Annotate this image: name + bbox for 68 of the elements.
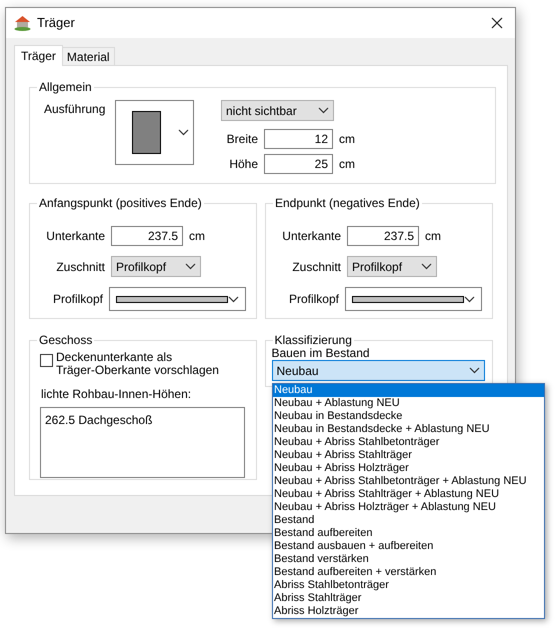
field-label: Bauen im Bestand (272, 346, 371, 360)
list-item[interactable]: 262.5 Dachgeschoß (45, 411, 240, 429)
group-title: Allgemein (38, 79, 93, 96)
dropdown-option[interactable]: Neubau in Bestandsdecke + Ablastung NEU (273, 423, 544, 436)
number-field[interactable]: 12 (264, 129, 333, 149)
field-label: Höhe (228, 156, 258, 173)
dropdown-option[interactable]: Neubau + Abriss Stahlbetonträger (273, 436, 544, 449)
dropdown-option[interactable]: Bestand ausbauen + aufbereiten (273, 540, 544, 553)
dropdown-option[interactable]: Bestand verstärken (273, 553, 544, 566)
checkbox-label: Deckenunterkante als Träger-Oberkante vorschlagen (56, 351, 219, 377)
field-label: Profilkopf (288, 291, 339, 308)
field-label: Zuschnitt (291, 258, 341, 276)
close-icon[interactable] (491, 17, 503, 29)
chevron-down-icon (468, 367, 480, 374)
height-list[interactable]: 262.5 Dachgeschoß (40, 407, 245, 478)
chevron-down-icon (228, 296, 239, 302)
chevron-down-icon (464, 296, 475, 302)
dropdown-select[interactable]: nicht sichtbar (221, 100, 334, 121)
dropdown-option[interactable]: Abriss Stahlbetonträger (273, 579, 544, 592)
dropdown-option[interactable]: Neubau (273, 384, 544, 397)
chevron-down-icon (185, 263, 196, 270)
rectangle-icon (132, 111, 161, 154)
group-title: Endpunkt (negatives Ende) (274, 195, 421, 212)
dropdown-select[interactable]: Profilkopf (111, 256, 201, 277)
dropdown-option[interactable]: Abriss Stahlträger (273, 592, 544, 605)
dropdown-option[interactable]: Neubau + Ablastung NEU (273, 397, 544, 410)
profile-bar-icon (352, 296, 464, 302)
field-label: Unterkante (45, 228, 105, 245)
dropdown-option[interactable]: Abriss Holzträger (273, 605, 544, 618)
profile-dropdown[interactable] (344, 287, 482, 311)
field-label: Zuschnitt (55, 258, 105, 276)
number-field[interactable]: 237.5 (347, 226, 419, 246)
number-field[interactable]: 237.5 (111, 226, 183, 246)
field-label: Ausführung (43, 101, 106, 118)
house-icon (14, 15, 31, 31)
tab[interactable]: Träger (14, 45, 63, 66)
field-label: Breite (226, 131, 258, 148)
dropdown-option[interactable]: Neubau + Abriss Stahlträger (273, 449, 544, 462)
profile-dropdown[interactable] (108, 287, 246, 311)
field-label: Profilkopf (52, 291, 103, 308)
group-title: Anfangspunkt (positives Ende) (38, 195, 203, 212)
tab[interactable]: Material (62, 47, 115, 65)
unit-label: cm (425, 228, 441, 245)
list-label: lichte Rohbau-Innen-Höhen: (41, 386, 192, 403)
chevron-down-icon (178, 129, 189, 136)
dropdown-option[interactable]: Bestand (273, 514, 544, 527)
window-title: Träger (37, 14, 75, 32)
chevron-down-icon (318, 107, 329, 114)
classification-dropdown[interactable]: Neubau (272, 360, 484, 381)
unit-label: cm (339, 156, 355, 173)
dropdown-option[interactable]: Bestand aufbereiten (273, 527, 544, 540)
group-title: Geschoss (38, 332, 94, 349)
group-title: Klassifizierung (274, 332, 353, 348)
shape-dropdown[interactable] (115, 100, 194, 165)
checkbox[interactable] (40, 354, 53, 367)
dropdown-option[interactable]: Neubau in Bestandsdecke (273, 410, 544, 423)
number-field[interactable]: 25 (264, 154, 333, 174)
dropdown-option[interactable]: Bestand aufbereiten + verstärken (273, 566, 544, 579)
dropdown-option[interactable]: Neubau + Abriss Stahlträger + Ablastung NEU (273, 488, 544, 501)
dropdown-option[interactable]: Neubau + Abriss Holzträger (273, 462, 544, 475)
dropdown-select[interactable]: Profilkopf (347, 256, 437, 277)
unit-label: cm (339, 131, 355, 148)
unit-label: cm (189, 228, 205, 245)
chevron-down-icon (421, 263, 432, 270)
field-label: Unterkante (281, 228, 341, 245)
profile-bar-icon (116, 296, 228, 302)
dropdown-option[interactable]: Neubau + Abriss Stahlbetonträger + Ablastung NEU (273, 475, 544, 488)
dropdown-option[interactable]: Neubau + Abriss Holzträger + Ablastung NEU (273, 501, 544, 514)
